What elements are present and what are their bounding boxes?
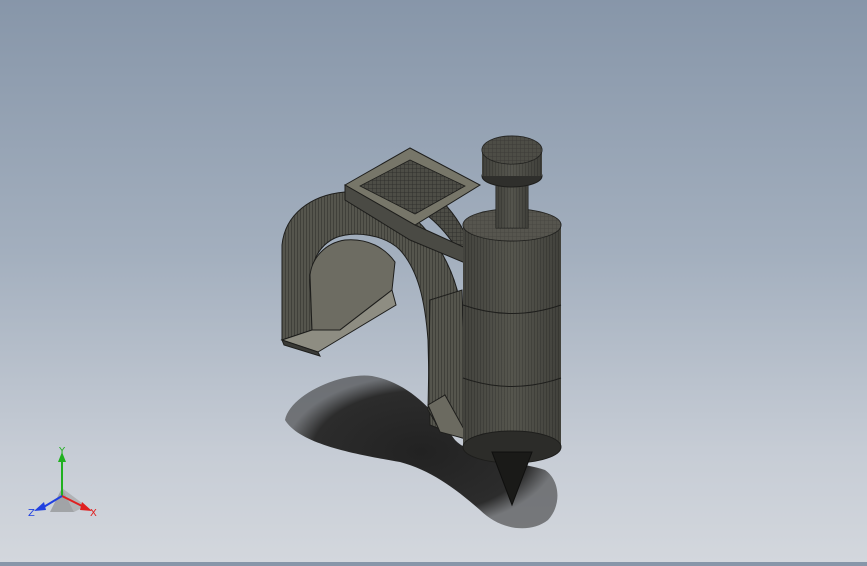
y-axis-label: Y xyxy=(58,446,66,457)
x-axis-label: X xyxy=(90,508,97,519)
clip-opening xyxy=(309,239,396,331)
axis-triad[interactable]: Y X Z xyxy=(24,446,108,526)
graphics-viewport[interactable]: Y X Z xyxy=(0,0,867,562)
nail-sleeve[interactable] xyxy=(462,208,562,464)
z-axis-label: Z xyxy=(28,508,35,519)
model-canvas[interactable] xyxy=(0,0,867,562)
z-axis-arrow xyxy=(34,502,46,511)
